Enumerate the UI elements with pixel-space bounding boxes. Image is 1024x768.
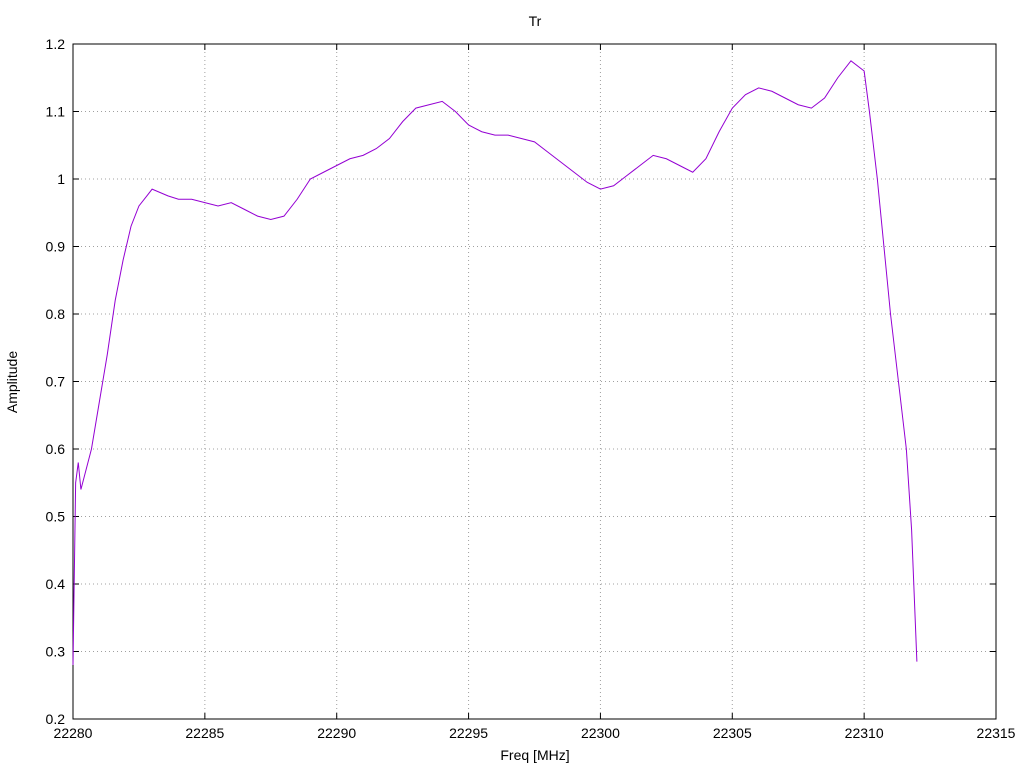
y-tick-label: 1.2 (46, 36, 66, 52)
y-tick-label: 0.5 (46, 509, 66, 525)
x-tick-label: 22300 (581, 725, 620, 741)
y-tick-label: 0.6 (46, 441, 66, 457)
y-tick-label: 1 (57, 171, 65, 187)
x-axis-title: Freq [MHz] (500, 747, 569, 763)
x-tick-label: 22315 (977, 725, 1016, 741)
y-tick-label: 0.2 (46, 711, 66, 727)
y-tick-label: 0.9 (46, 239, 66, 255)
series-line (72, 60, 918, 666)
tick-labels: 22280 22285 22290 22295 22300 22305 22310 22315… (46, 36, 1016, 741)
x-tick-label: 22280 (54, 725, 93, 741)
grid (73, 44, 996, 719)
chart-title: Tr (529, 13, 542, 29)
y-tick-label: 1.1 (46, 104, 66, 120)
y-tick-label: 0.8 (46, 306, 66, 322)
x-tick-label: 22290 (317, 725, 356, 741)
line-chart: 22280 22285 22290 22295 22300 22305 22310 22315… (4, 13, 1016, 763)
x-tick-label: 22310 (845, 725, 884, 741)
y-tick-label: 0.7 (46, 374, 66, 390)
y-tick-label: 0.3 (46, 644, 66, 660)
y-axis-title: Amplitude (4, 351, 20, 413)
x-tick-label: 22295 (449, 725, 488, 741)
y-tick-label: 0.4 (46, 576, 66, 592)
x-tick-label: 22305 (713, 725, 752, 741)
x-tick-label: 22285 (185, 725, 224, 741)
